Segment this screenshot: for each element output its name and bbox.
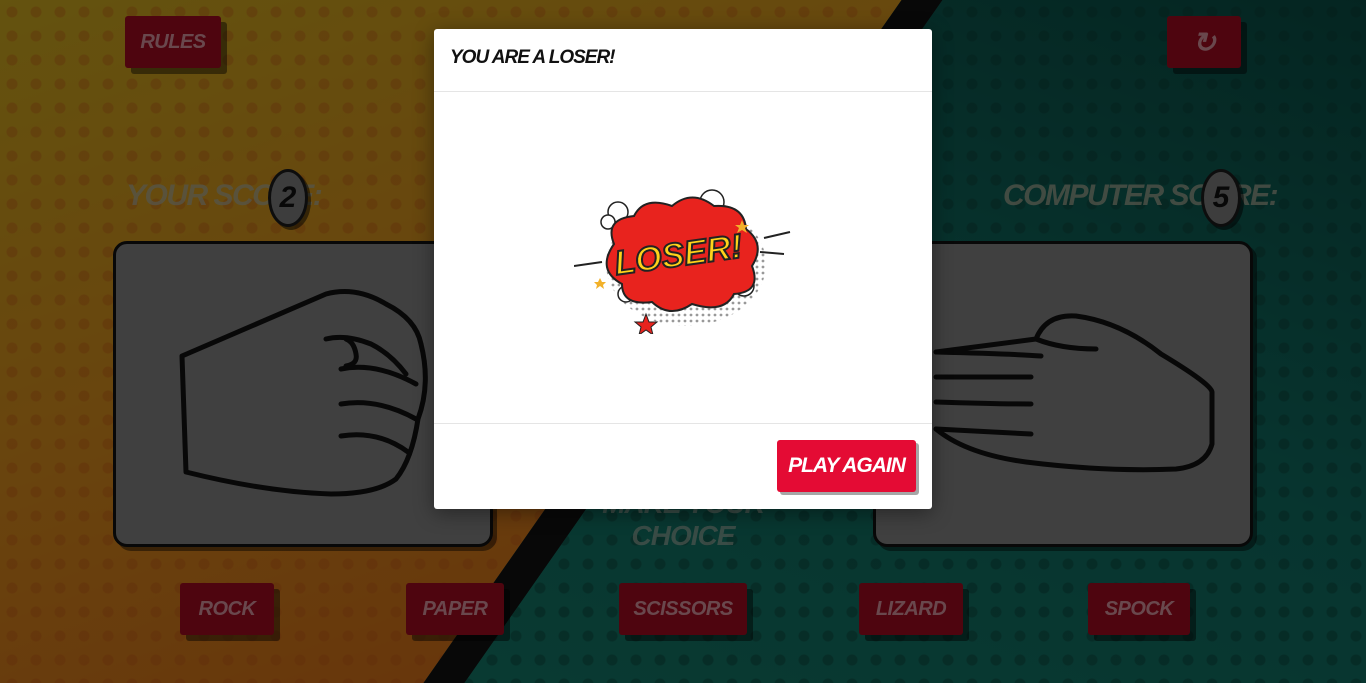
play-again-button[interactable]: Play Again bbox=[777, 440, 916, 492]
modal-body: LOSER! bbox=[434, 92, 932, 424]
result-modal: You are a loser! LOSER! bbox=[434, 29, 932, 509]
modal-title: You are a loser! bbox=[434, 29, 932, 92]
loser-comic-image: LOSER! bbox=[574, 189, 791, 334]
modal-footer: Play Again bbox=[434, 424, 932, 508]
